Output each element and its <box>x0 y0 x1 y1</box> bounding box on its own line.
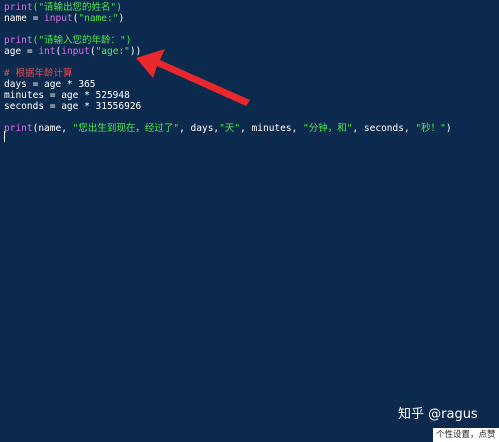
string-literal: ("请输出您的姓名") <box>32 2 122 13</box>
settings-bar[interactable]: 个性设置，点赞 <box>433 428 499 442</box>
keyword-print: print <box>4 35 33 46</box>
code-text: , days, <box>179 123 220 134</box>
keyword-print: print <box>4 2 33 13</box>
string-literal: "name:" <box>78 13 119 24</box>
keyword-print: print <box>4 123 33 134</box>
red-arrow-icon <box>136 49 250 106</box>
code-line-12: print(name, "您出生到现在，经过了", days,"天", minu… <box>4 123 452 135</box>
string-literal: "秒！" <box>415 123 446 134</box>
code-text: )) <box>129 46 142 57</box>
string-literal: "age:" <box>95 46 130 57</box>
code-text: name = <box>4 13 45 24</box>
string-literal: "分钟，和" <box>303 123 353 134</box>
code-text: , seconds, <box>352 123 416 134</box>
code-text: age = <box>4 46 39 57</box>
code-line-2: name = input("name:") <box>4 13 124 25</box>
code-text: ) <box>118 13 125 24</box>
code-editor[interactable]: print("请输出您的姓名") name = input("name:") p… <box>0 0 499 442</box>
keyword-int: int <box>38 46 56 57</box>
code-line-10: seconds = age * 31556926 <box>4 101 142 112</box>
string-literal: "天" <box>219 123 241 134</box>
keyword-input: input <box>61 46 90 57</box>
watermark: 知乎 @ragus <box>398 407 478 422</box>
code-text: , minutes, <box>240 123 304 134</box>
code-text: ) <box>445 123 452 134</box>
string-literal: ("请输入您的年龄：") <box>32 35 132 46</box>
code-line-5: age = int(input("age:")) <box>4 46 141 58</box>
string-literal: "您出生到现在，经过了" <box>72 123 180 134</box>
text-cursor <box>4 131 5 142</box>
keyword-input: input <box>44 13 73 24</box>
code-text: (name, <box>32 123 73 134</box>
